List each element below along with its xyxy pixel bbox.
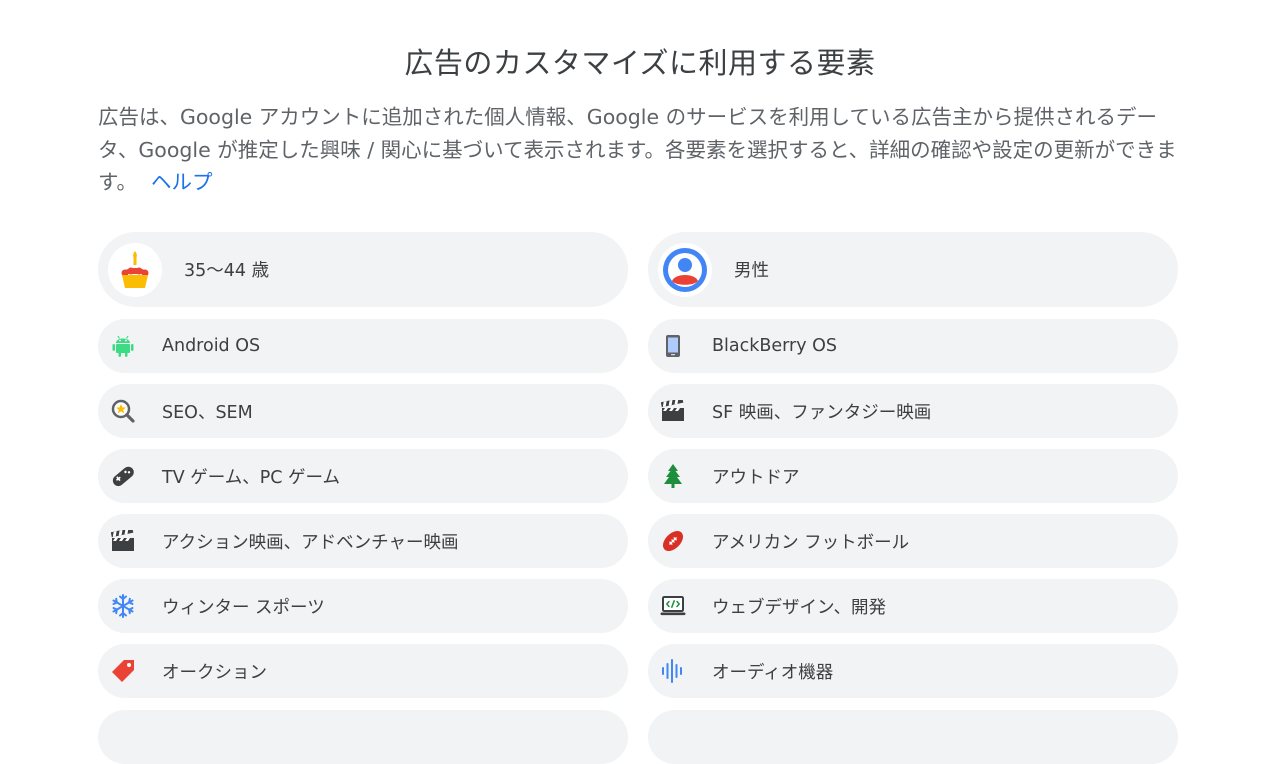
football-icon	[660, 528, 686, 554]
factor-label: アメリカン フットボール	[712, 532, 910, 553]
factor-card[interactable]: Android OS	[98, 319, 628, 373]
factor-card[interactable]: TV ゲーム、PC ゲーム	[98, 449, 628, 503]
snowflake-icon	[110, 593, 136, 619]
factor-label: SEO、SEM	[162, 402, 253, 423]
factor-card[interactable]: アクション映画、アドベンチャー映画	[98, 514, 628, 568]
factor-card[interactable]: アメリカン フットボール	[648, 514, 1178, 568]
help-link[interactable]: ヘルプ	[151, 170, 213, 194]
birthday-cake-icon	[108, 242, 162, 297]
factor-card[interactable]: ウィンター スポーツ	[98, 579, 628, 633]
factor-label: 男性	[734, 261, 769, 281]
magnifier-icon	[110, 398, 136, 424]
factor-label: 35～44 歳	[184, 261, 270, 281]
description-text: 広告は、Google アカウントに追加された個人情報、Google のサービスを…	[98, 105, 1177, 194]
factor-card-partial[interactable]	[98, 710, 628, 764]
factor-card[interactable]: SEO、SEM	[98, 384, 628, 438]
factor-card[interactable]: BlackBerry OS	[648, 319, 1178, 373]
clapperboard-icon	[660, 398, 686, 424]
page-title: 広告のカスタマイズに利用する要素	[404, 46, 876, 80]
code-laptop-icon	[660, 593, 686, 619]
smartphone-icon	[660, 333, 686, 359]
clapperboard-icon	[110, 528, 136, 554]
person-avatar-icon	[658, 242, 712, 297]
factor-label: SF 映画、ファンタジー映画	[712, 402, 932, 423]
android-icon	[110, 333, 136, 359]
factor-card[interactable]: オーディオ機器	[648, 644, 1178, 698]
factor-label: Android OS	[162, 336, 261, 356]
factor-label: BlackBerry OS	[712, 336, 838, 356]
factor-card[interactable]: オークション	[98, 644, 628, 698]
factor-card-partial[interactable]	[648, 710, 1178, 764]
factor-label: アクション映画、アドベンチャー映画	[162, 532, 459, 553]
factor-card[interactable]: SF 映画、ファンタジー映画	[648, 384, 1178, 438]
factor-label: オークション	[162, 662, 267, 683]
factor-label: TV ゲーム、PC ゲーム	[162, 467, 341, 488]
factor-card-age[interactable]: 35～44 歳	[98, 232, 628, 307]
factor-label: ウィンター スポーツ	[162, 597, 325, 618]
price-tag-icon	[110, 658, 136, 684]
factor-label: ウェブデザイン、開発	[712, 597, 886, 618]
gamepad-icon	[110, 463, 136, 489]
factor-card[interactable]: アウトドア	[648, 449, 1178, 503]
factor-label: アウトドア	[712, 467, 800, 488]
factor-card[interactable]: ウェブデザイン、開発	[648, 579, 1178, 633]
description: 広告は、Google アカウントに追加された個人情報、Google のサービスを…	[98, 101, 1188, 199]
factor-label: オーディオ機器	[712, 662, 834, 683]
audio-waveform-icon	[660, 658, 686, 684]
factor-card-gender[interactable]: 男性	[648, 232, 1178, 307]
pine-tree-icon	[660, 463, 686, 489]
